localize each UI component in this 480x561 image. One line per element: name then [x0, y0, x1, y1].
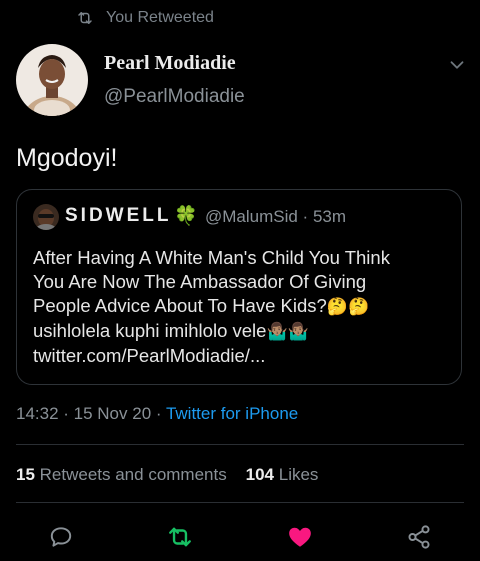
- tweet-stats: 15 Retweets and comments 104 Likes: [16, 465, 318, 485]
- likes-stat[interactable]: 104 Likes: [246, 465, 319, 484]
- quoted-link[interactable]: twitter.com/PearlModiadie/...: [33, 344, 453, 368]
- tweet-meta: 14:32 · 15 Nov 20 · Twitter for iPhone: [16, 404, 298, 424]
- divider: [16, 444, 464, 445]
- retweets-stat[interactable]: 15 Retweets and comments: [16, 465, 227, 484]
- divider: [16, 502, 464, 503]
- author-handle[interactable]: @PearlModiadie: [104, 86, 245, 108]
- quoted-line: You Are Now The Ambassador Of Giving: [33, 271, 367, 292]
- quoted-tweet-card[interactable]: SIDWELL 🍀 @MalumSid · 53m After Having A…: [16, 189, 462, 385]
- retweets-label: Retweets and comments: [34, 465, 227, 484]
- retweet-icon: [78, 12, 92, 24]
- likes-count: 104: [245, 465, 275, 484]
- tweet-timestamp: 14:32 · 15 Nov 20 ·: [16, 404, 166, 423]
- quoted-line: People Advice About To Have Kids?🤔🤔: [33, 294, 453, 319]
- chevron-down-icon[interactable]: [446, 54, 468, 76]
- retweet-banner-text: You Retweeted: [106, 9, 214, 26]
- reply-icon: [50, 527, 72, 547]
- quoted-line-text: People Advice About To Have Kids?: [33, 295, 327, 316]
- quoted-author-name[interactable]: SIDWELL: [65, 205, 172, 227]
- quoted-line: After Having A White Man's Child You Thi…: [33, 247, 390, 268]
- quoted-name-emoji: 🍀: [174, 206, 198, 227]
- retweet-banner: You Retweeted: [76, 6, 214, 30]
- tweet-source-link[interactable]: Twitter for iPhone: [166, 404, 298, 423]
- like-button[interactable]: [285, 522, 315, 552]
- quoted-line-text: usihlolela kuphi imihlolo vele: [33, 320, 267, 341]
- reply-button[interactable]: [46, 522, 76, 552]
- quoted-text: After Having A White Man's Child You Thi…: [33, 246, 453, 368]
- tweet-text: Mgodoyi!: [16, 144, 118, 172]
- share-icon: [408, 525, 430, 549]
- thinking-emoji: 🤔🤔: [326, 297, 370, 316]
- retweet-button[interactable]: [165, 522, 195, 552]
- quoted-line: usihlolela kuphi imihlolo vele🤷🏽‍♂️🤷🏽‍♂️: [33, 319, 453, 344]
- likes-label: Likes: [274, 465, 319, 484]
- quoted-handle-time[interactable]: @MalumSid · 53m: [205, 207, 346, 227]
- quoted-avatar[interactable]: [33, 204, 59, 230]
- heart-icon: [289, 527, 311, 547]
- retweets-count: 15: [16, 465, 35, 484]
- retweet-icon: [169, 527, 191, 547]
- avatar[interactable]: [16, 44, 88, 116]
- share-button[interactable]: [404, 522, 434, 552]
- author-name[interactable]: Pearl Modiadie: [104, 52, 236, 75]
- shrug-emoji: 🤷🏽‍♂️🤷🏽‍♂️: [266, 322, 309, 341]
